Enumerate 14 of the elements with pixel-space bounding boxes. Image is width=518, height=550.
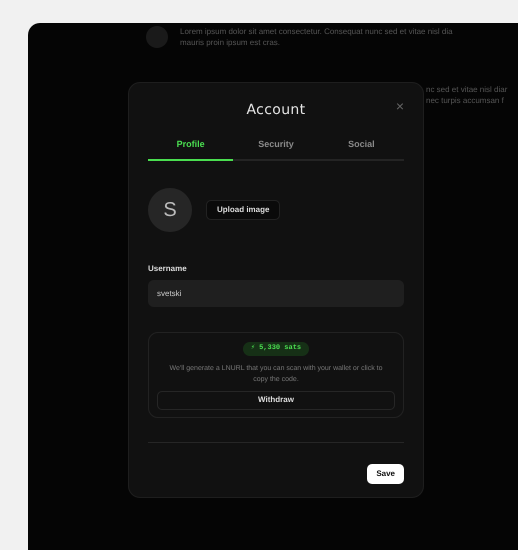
upload-image-button[interactable]: Upload image bbox=[206, 200, 280, 220]
background-text: Lorem ipsum dolor sit amet consectetur. Consequat nunc sed et vitae nisl dia bbox=[180, 26, 453, 37]
tab[interactable]: Security bbox=[233, 138, 319, 160]
background-text: nc sed et vitae nisl diar bbox=[426, 84, 508, 95]
withdraw-button[interactable]: Withdraw bbox=[157, 390, 395, 410]
background-text: mauris proin ipsum est cras. bbox=[180, 37, 282, 48]
tab[interactable]: Profile bbox=[148, 138, 234, 160]
save-button[interactable]: Save bbox=[367, 464, 404, 484]
avatar: S bbox=[148, 188, 192, 232]
background-text: nec turpis accumsan f bbox=[426, 95, 505, 106]
field-label: Username bbox=[148, 262, 188, 274]
dialog-title: Account bbox=[246, 101, 306, 120]
tab[interactable]: Social bbox=[318, 138, 404, 160]
username-field[interactable]: svetski bbox=[148, 280, 404, 306]
